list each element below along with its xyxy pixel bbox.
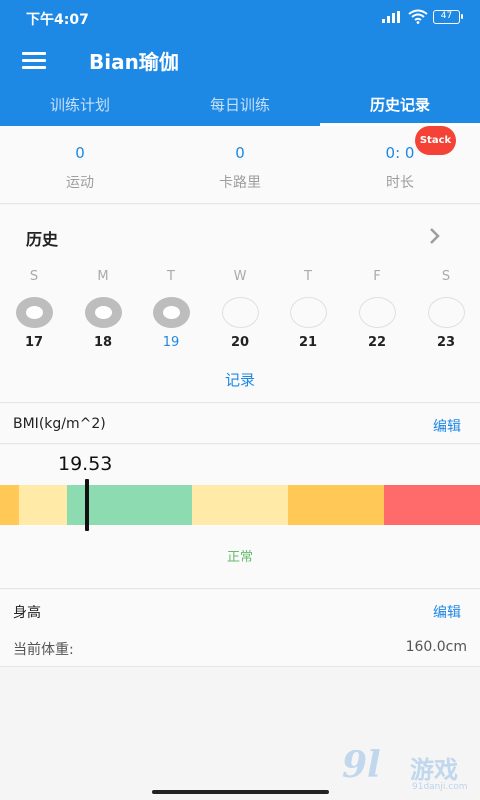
- day-letter: S: [441, 269, 451, 284]
- day-number: 21: [298, 335, 318, 350]
- current-height-label: 当前体重:: [13, 642, 74, 658]
- day-empty-indicator: [427, 297, 465, 328]
- history-title: 历史: [26, 230, 59, 249]
- stat-calories-value: 0: [235, 144, 245, 162]
- bmi-header: BMI(kg/m^2) 编辑: [0, 404, 480, 444]
- menu-icon[interactable]: [22, 51, 46, 69]
- stat-duration-value: 0: 0: [385, 144, 415, 162]
- day-letter: M: [97, 269, 109, 284]
- stack-badge[interactable]: Stack: [415, 126, 456, 155]
- bmi-title: BMI(kg/m^2): [13, 416, 106, 432]
- day-empty-indicator: [358, 297, 396, 328]
- tab-bar: 训练计划 每日训练 历史记录: [0, 86, 480, 126]
- height-title: 身高: [13, 605, 41, 621]
- day-column[interactable]: W 20: [210, 269, 270, 350]
- stat-exercise-value: 0: [75, 144, 85, 162]
- day-number: 20: [230, 335, 250, 350]
- day-column[interactable]: T 19: [141, 269, 201, 350]
- bmi-segment: [192, 485, 288, 525]
- day-number-today: 19: [162, 335, 180, 350]
- tab-training-plan[interactable]: 训练计划: [0, 86, 160, 126]
- day-letter: W: [233, 269, 247, 284]
- day-empty-indicator: [289, 297, 327, 328]
- tab-history[interactable]: 历史记录: [320, 86, 480, 126]
- bmi-segment: [288, 485, 384, 525]
- stat-calories: 0 卡路里: [160, 144, 320, 192]
- day-letter: F: [373, 269, 381, 284]
- day-column[interactable]: S 23: [416, 269, 476, 350]
- day-empty-indicator: [221, 297, 259, 328]
- day-column[interactable]: S 17: [4, 269, 64, 350]
- watermark-text: 游戏: [410, 756, 458, 784]
- day-column[interactable]: T 21: [278, 269, 338, 350]
- day-done-indicator: [152, 297, 190, 328]
- day-done-indicator: [15, 297, 53, 328]
- bmi-status: 正常: [226, 550, 253, 565]
- day-number: 23: [436, 335, 456, 350]
- day-number: 18: [93, 335, 113, 350]
- tab-daily-training[interactable]: 每日训练: [160, 86, 320, 126]
- day-done-indicator: [84, 297, 122, 328]
- bmi-scale-bar: [0, 485, 480, 525]
- watermark-mark: 9l: [342, 744, 381, 786]
- status-time: 下午4:07: [26, 12, 89, 28]
- day-number: 17: [24, 335, 44, 350]
- battery-icon: 47: [433, 10, 463, 24]
- watermark-url: 91danji.com: [412, 782, 468, 792]
- app-bar: Bian瑜伽: [0, 34, 480, 86]
- day-column[interactable]: M 18: [73, 269, 133, 350]
- record-link[interactable]: 记录: [0, 369, 480, 390]
- day-number: 22: [367, 335, 387, 350]
- stat-duration: 0: 0 时长: [320, 144, 480, 192]
- stat-exercise-label: 运动: [66, 175, 94, 191]
- height-row: 当前体重: 160.0cm: [0, 630, 480, 667]
- watermark-logo: 9l 游戏 91danji.com: [342, 744, 476, 798]
- status-bar: 下午4:07 47: [0, 0, 480, 34]
- home-indicator[interactable]: [152, 790, 329, 794]
- current-height-value: 160.0cm: [405, 639, 467, 655]
- wifi-icon: [408, 9, 428, 24]
- day-column[interactable]: F 22: [347, 269, 407, 350]
- day-letter: S: [29, 269, 39, 284]
- stats-summary: 0 运动 0 卡路里 0: 0 时长: [0, 126, 480, 204]
- height-edit-button[interactable]: 编辑: [433, 602, 461, 622]
- chevron-right-icon[interactable]: [428, 227, 442, 245]
- bmi-edit-button[interactable]: 编辑: [433, 416, 461, 436]
- app-title: Bian瑜伽: [89, 50, 179, 74]
- bmi-segment: [19, 485, 67, 525]
- signal-icon: [382, 11, 400, 23]
- day-letter: T: [304, 269, 312, 284]
- height-header: 身高 编辑: [0, 590, 480, 630]
- bmi-segment: [384, 485, 480, 525]
- stat-calories-label: 卡路里: [219, 175, 261, 191]
- history-card[interactable]: 历史 S 17 M 18 T 19 W 20 T 21 F 22 S 23 记录: [0, 205, 480, 403]
- bmi-indicator: [85, 479, 89, 531]
- bmi-card: 19.53 正常: [0, 445, 480, 589]
- day-letter: T: [167, 269, 175, 284]
- stat-duration-label: 时长: [386, 175, 414, 191]
- bmi-value: 19.53: [58, 453, 113, 475]
- stat-exercise: 0 运动: [0, 144, 160, 192]
- bmi-segment: [0, 485, 19, 525]
